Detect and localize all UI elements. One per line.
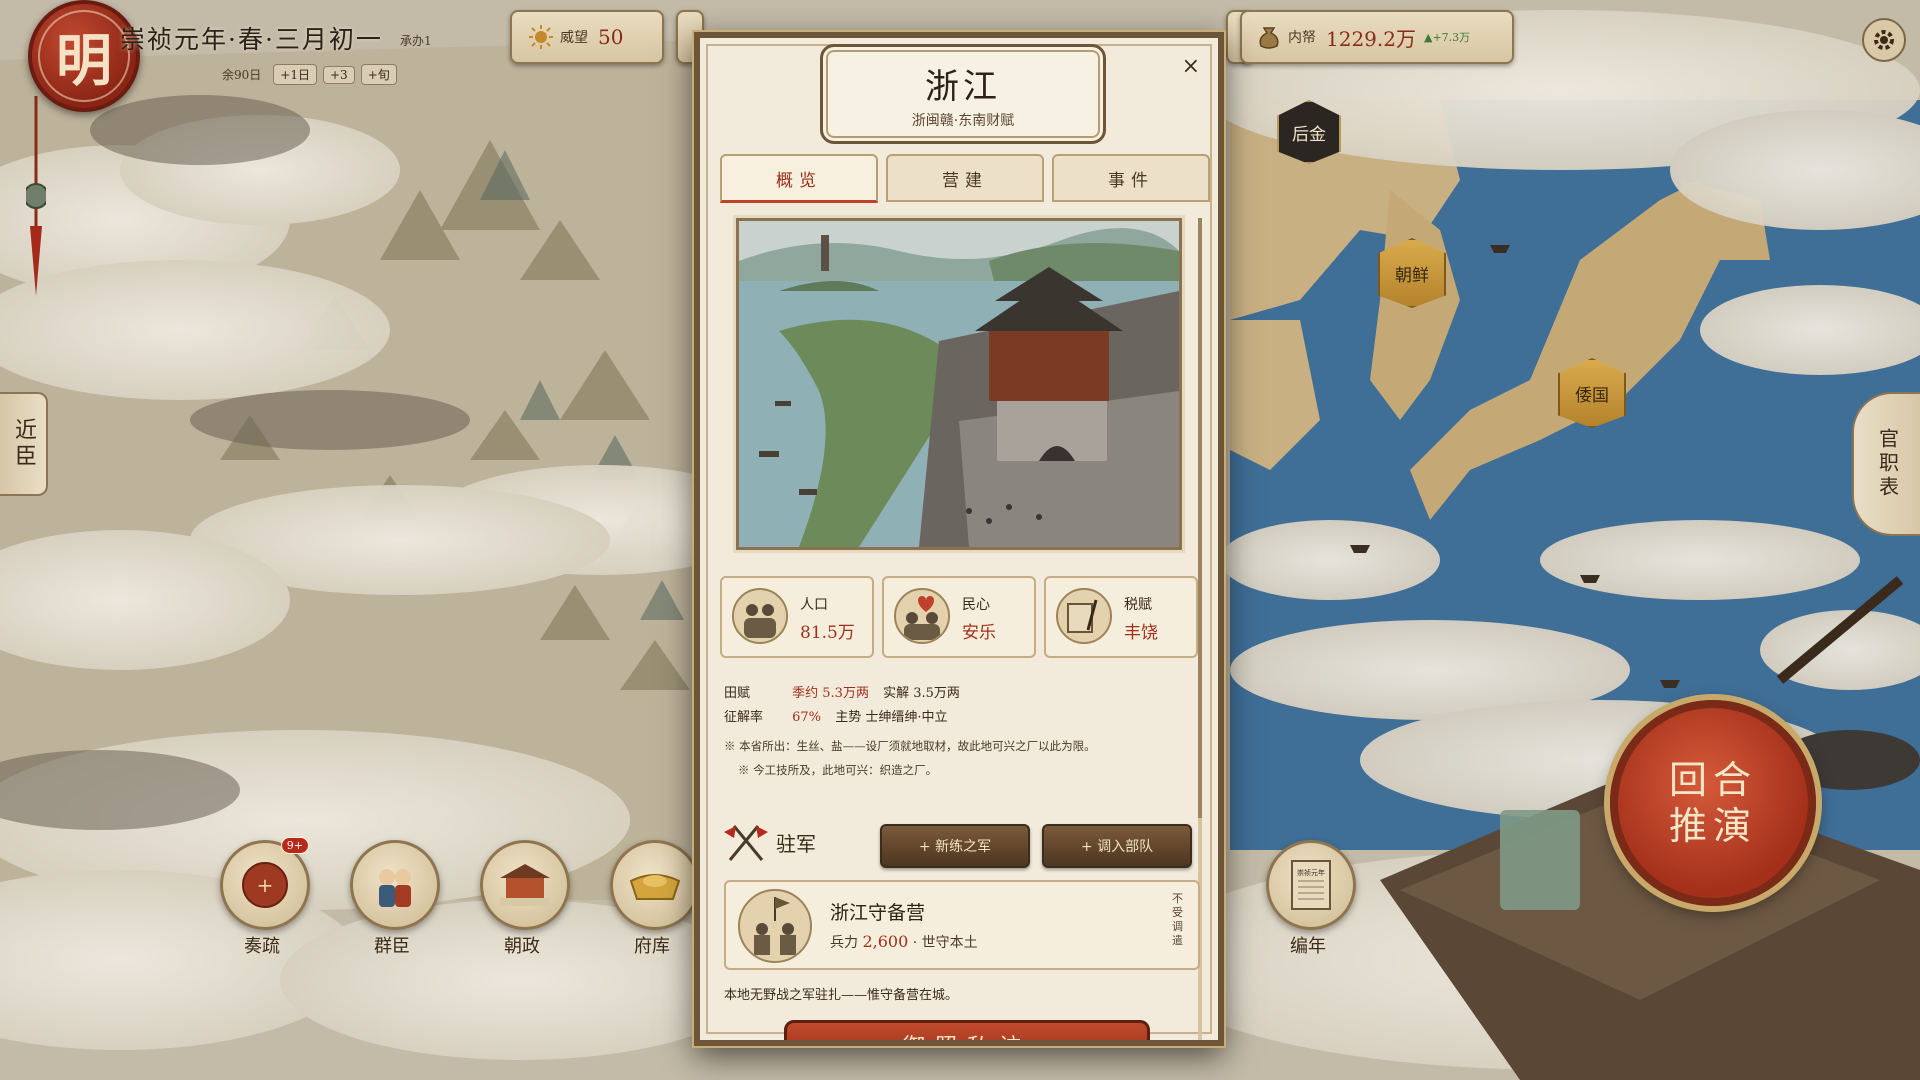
close-button[interactable]: ×: [1182, 54, 1200, 79]
tab-overview[interactable]: 概览: [720, 154, 878, 203]
train-army-button[interactable]: + 新练之军: [880, 824, 1030, 868]
stat-tax: 税赋 丰饶: [1044, 576, 1198, 658]
treasury-button[interactable]: [610, 840, 700, 930]
end-turn-line1: 回合: [1668, 758, 1757, 802]
court-affairs-label: 朝政: [504, 936, 540, 957]
ministers-label: 群臣: [374, 936, 410, 957]
field-tax-label: 田赋: [724, 686, 751, 701]
collection-rate: 67%: [792, 710, 822, 725]
task-count: 承办1: [400, 34, 432, 48]
tassel-icon: [26, 96, 46, 296]
field-tax-plan: 季约 5.3万两: [792, 686, 869, 701]
book-icon: 崇祯元年: [1291, 860, 1331, 910]
garrison-header: 驻军: [724, 822, 816, 862]
palace-icon: [500, 864, 550, 906]
time-controls: 余90日 +1日 +3 +旬: [222, 64, 397, 85]
treasury-value: 1229.2万: [1326, 26, 1416, 51]
stat-morale: 民心 安乐: [882, 576, 1036, 658]
settings-button[interactable]: [1862, 18, 1906, 62]
unit-status: 不受调遣: [1172, 892, 1183, 947]
soldiers-icon: [738, 889, 812, 963]
garrison-footnote: 本地无野战之军驻扎——惟守备营在城。: [724, 988, 959, 1003]
court-affairs-button[interactable]: [480, 840, 570, 930]
unit-origin: · 世守本土: [912, 935, 978, 951]
unit-strength: 2,600: [862, 932, 909, 951]
incognito-visit-button[interactable]: 御照私访: [784, 1020, 1150, 1040]
advance-ten-days-button[interactable]: +旬: [360, 64, 397, 85]
chronicle-button[interactable]: 崇祯元年: [1266, 840, 1356, 930]
memorial-icon: +: [242, 862, 288, 908]
transfer-troops-button[interactable]: + 调入部队: [1042, 824, 1192, 868]
prestige-pill: 威望 50: [510, 10, 664, 64]
treasury-pill: 内帑 1229.2万 ▲+7.3万: [1240, 10, 1514, 64]
collection-trend: 主势 士绅缙绅·中立: [835, 710, 948, 725]
field-tax-row: 田赋 季约 5.3万两 实解 3.5万两: [724, 682, 960, 701]
unit-name: 浙江守备营: [830, 902, 926, 924]
tax-icon: [1056, 588, 1112, 644]
garrison-title: 驻军: [776, 831, 816, 856]
tax-label: 税赋: [1124, 597, 1152, 613]
chronicle-book-text: 崇祯元年: [1297, 868, 1325, 877]
population-icon: [732, 588, 788, 644]
morale-label: 民心: [962, 597, 990, 613]
prestige-value: 50: [598, 25, 624, 49]
population-value: 81.5万: [800, 623, 855, 643]
treasury-label-bottom: 府库: [634, 936, 670, 957]
prestige-label: 威望: [560, 30, 588, 46]
dynasty-seal-text: 明: [56, 27, 112, 94]
unit-detail: 兵力 2,600 · 世守本土: [830, 932, 978, 952]
production-note: ※ 本省所出：生丝、盐——设厂须就地取材，故此地可兴之厂以此为限。: [724, 739, 1096, 753]
gear-icon: [1874, 30, 1894, 50]
advance-three-button[interactable]: +3: [322, 65, 355, 84]
svg-text:+: +: [257, 873, 274, 897]
province-dialog: 浙江 浙闽赣·东南财赋 × 概览 营建 事件 人口 81.5万 民心 安乐 税赋…: [694, 32, 1224, 1046]
memorials-button[interactable]: + 9+: [220, 837, 310, 930]
tax-value: 丰饶: [1124, 623, 1158, 643]
province-illustration: [736, 218, 1182, 550]
end-turn-button[interactable]: 回合 推演: [1610, 700, 1816, 906]
province-subtitle: 浙闽赣·东南财赋: [911, 113, 1015, 129]
stat-population: 人口 81.5万: [720, 576, 874, 658]
end-turn-line2: 推演: [1668, 804, 1757, 848]
field-tax-actual: 实解 3.5万两: [883, 686, 960, 701]
hangzhou-scene-icon: [739, 221, 1179, 547]
population-label: 人口: [800, 597, 828, 613]
morale-icon: [894, 588, 950, 644]
memorials-label: 奏疏: [244, 936, 280, 957]
overview-content: 人口 81.5万 民心 安乐 税赋 丰饶 田赋 季约 5.3万两 实解 3.5万…: [720, 208, 1210, 1040]
crossed-flags-icon: [724, 825, 768, 861]
money-bag-icon: [1259, 27, 1279, 49]
days-remaining: 余90日: [222, 68, 262, 82]
tab-construction[interactable]: 营建: [886, 154, 1044, 202]
courtiers-side-tab[interactable]: 近臣: [0, 392, 48, 496]
ministers-button[interactable]: [350, 840, 440, 930]
sun-icon: [529, 25, 553, 49]
garrison-unit-card[interactable]: 浙江守备营 兵力 2,600 · 世守本土 不受调遣: [724, 880, 1200, 970]
advance-day-button[interactable]: +1日: [273, 64, 317, 85]
game-date: 崇祯元年·春·三月初一: [120, 25, 383, 54]
unit-strength-label: 兵力: [830, 935, 858, 951]
officials-table-side-tab[interactable]: 官职表: [1852, 392, 1920, 536]
province-name: 浙江: [925, 67, 1001, 107]
treasury-label: 内帑: [1288, 30, 1316, 46]
industry-note: ※ 今工技所及，此地可兴：织造之厂。: [738, 763, 938, 777]
treasury-delta: ▲+7.3万: [1423, 31, 1471, 44]
memorials-badge: 9+: [280, 837, 309, 854]
chronicle-label: 编年: [1290, 936, 1326, 957]
province-tabs: 概览 营建 事件: [720, 154, 1210, 203]
gold-ingot-icon: [629, 874, 681, 900]
ministers-icon: [379, 869, 411, 907]
morale-value: 安乐: [962, 623, 996, 643]
tab-events[interactable]: 事件: [1052, 154, 1210, 202]
collection-row: 征解率 67% 主势 士绅缙绅·中立: [724, 706, 947, 725]
province-title-plaque: 浙江 浙闽赣·东南财赋: [820, 44, 1106, 144]
collection-label: 征解率: [724, 710, 764, 725]
